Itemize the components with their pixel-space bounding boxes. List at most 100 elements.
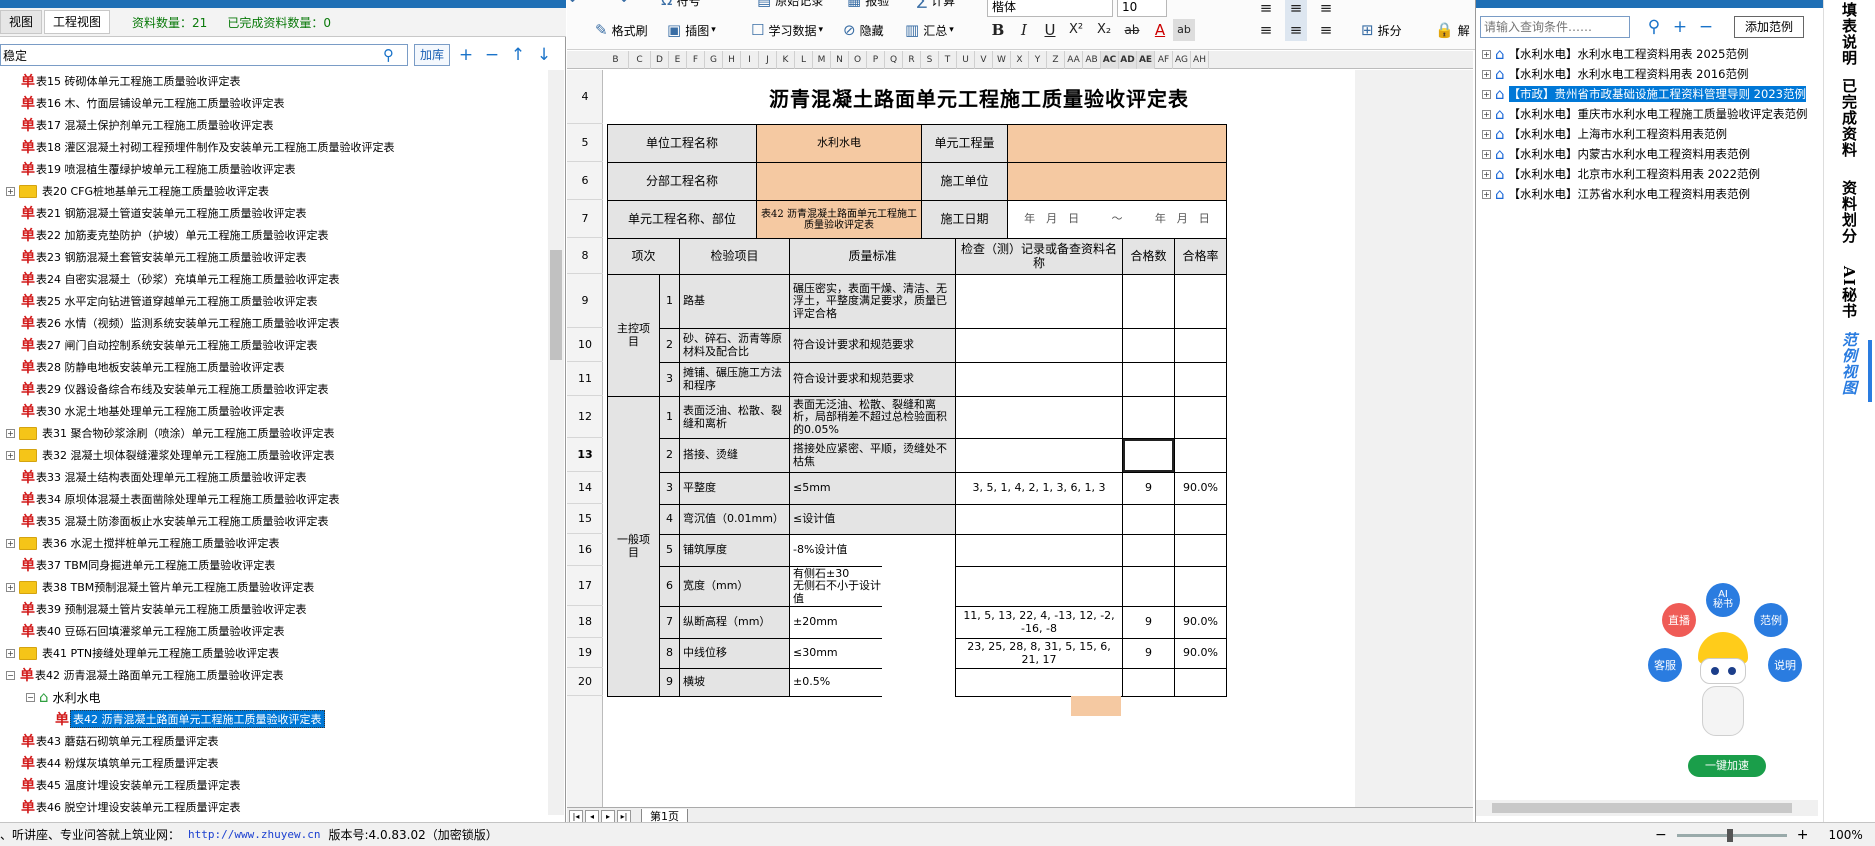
pass-rate-cell[interactable] xyxy=(1174,566,1227,607)
pass-rate-cell[interactable] xyxy=(1174,328,1227,363)
superscript-button[interactable]: X² xyxy=(1065,19,1087,41)
align-left-top-icon[interactable]: ≡ xyxy=(1255,0,1277,19)
example-tree-item[interactable]: + ⌂ 【市政】贵州省市政基础设施工程资料管理导则 2023范例 xyxy=(1476,84,1824,104)
example-tree-item[interactable]: + ⌂ 【水利水电】水利水电工程资料用表 2016范例 xyxy=(1476,64,1824,84)
column-header-cell[interactable]: D xyxy=(651,51,669,69)
pass-rate-cell[interactable] xyxy=(1174,534,1227,567)
align-right-top-icon[interactable]: ≡ xyxy=(1315,0,1337,19)
unlock-button[interactable]: 🔒 解 xyxy=(1435,19,1470,41)
pass-rate-cell[interactable] xyxy=(1174,362,1227,397)
column-header-cell[interactable]: U xyxy=(957,51,975,69)
example-tree-item[interactable]: + ⌂ 【水利水电】水利水电工程资料用表 2025范例 xyxy=(1476,44,1824,64)
expand-icon[interactable]: + xyxy=(6,582,15,592)
collapse-icon[interactable]: − xyxy=(26,692,35,702)
tab-fill-instructions[interactable]: 填表说明 xyxy=(1838,2,1860,66)
explain-bubble[interactable]: 说明 xyxy=(1768,648,1802,682)
column-header-cell[interactable]: H xyxy=(723,51,741,69)
column-header-cell[interactable]: R xyxy=(903,51,921,69)
column-header-cell[interactable]: W xyxy=(993,51,1011,69)
example-search-input[interactable] xyxy=(1481,20,1627,34)
ai-secretary-bubble[interactable]: AI 秘书 xyxy=(1706,583,1740,617)
row-header-cell[interactable]: 12 xyxy=(567,396,603,438)
tree-item[interactable]: 单表39 预制混凝土管片安装单元工程施工质量验收评定表 xyxy=(0,598,548,620)
column-header-cell[interactable]: J xyxy=(759,51,777,69)
column-header-cell[interactable]: AF xyxy=(1155,51,1173,69)
row-header-cell[interactable]: 10 xyxy=(567,328,603,362)
font-color-button[interactable]: A xyxy=(1149,19,1171,41)
column-header-cell[interactable]: AH xyxy=(1191,51,1209,69)
column-header-cell[interactable]: V xyxy=(975,51,993,69)
search-icon[interactable]: ⚲ xyxy=(1644,17,1664,37)
expand-icon[interactable]: + xyxy=(1482,149,1491,159)
row-header-cell[interactable]: 7 xyxy=(567,200,603,238)
column-header-cell[interactable]: P xyxy=(867,51,885,69)
arrow-up-icon[interactable]: ↑ xyxy=(508,45,528,65)
record-cell[interactable] xyxy=(955,566,1123,607)
column-header-cell[interactable]: AC xyxy=(1101,51,1119,69)
pass-rate-cell[interactable] xyxy=(1174,438,1227,473)
tree-item[interactable]: 单表26 水情（视频）监测系统安装单元工程施工质量验收评定表 xyxy=(0,312,548,334)
tree-item[interactable]: 单表43 蘑菇石砌筑单元工程质量评定表 xyxy=(0,730,548,752)
row-header-cell[interactable]: 9 xyxy=(567,274,603,328)
pass-count-cell[interactable] xyxy=(1122,534,1175,567)
row-header-cell[interactable]: 16 xyxy=(567,534,603,566)
collapse-icon[interactable]: − xyxy=(6,670,15,680)
split-button[interactable]: ⊞ 拆分 xyxy=(1361,19,1402,41)
underline-button[interactable]: U xyxy=(1039,19,1061,41)
pass-count-cell[interactable] xyxy=(1122,438,1175,473)
add-example-button[interactable]: 添加范例 xyxy=(1734,16,1805,38)
arrow-down-icon[interactable]: ↓ xyxy=(534,45,554,65)
pass-count-cell[interactable] xyxy=(1122,274,1175,329)
tab-completed[interactable]: 已完成资料 xyxy=(1838,78,1860,158)
zoom-slider[interactable] xyxy=(1676,828,1787,842)
row-header-cell[interactable]: 6 xyxy=(567,162,603,200)
tree-item[interactable]: 单表24 自密实混凝土（砂浆）充填单元工程施工质量验收评定表 xyxy=(0,268,548,290)
plus-icon[interactable]: + xyxy=(456,45,476,65)
column-header-cell[interactable]: X xyxy=(1011,51,1029,69)
pass-rate-cell[interactable] xyxy=(1174,396,1227,439)
tree-item[interactable]: 单表27 闸门自动控制系统安装单元工程施工质量验收评定表 xyxy=(0,334,548,356)
tree-item[interactable]: 单表29 仪器设备综合布线及安装单元工程施工质量验收评定表 xyxy=(0,378,548,400)
column-header-cell[interactable]: F xyxy=(687,51,705,69)
tree-item[interactable]: − 单表42 沥青混凝土路面单元工程施工质量验收评定表 xyxy=(0,664,548,686)
learn-data-button[interactable]: ☐ 学习数据 ▾ xyxy=(751,19,823,41)
field-unit-name[interactable]: 表42 沥青混凝土路面单元工程施工质量验收评定表 xyxy=(756,200,922,239)
column-header-cell[interactable]: AG xyxy=(1173,51,1191,69)
tree-item[interactable]: 单表18 灌区混凝土衬砌工程预埋件制作及安装单元工程施工质量验收评定表 xyxy=(0,136,548,158)
highlight-button[interactable]: ab xyxy=(1173,19,1195,41)
field-construction-date[interactable]: 年 月 日 ～ 年 月 日 xyxy=(1007,200,1227,239)
pass-count-cell[interactable]: 9 xyxy=(1122,472,1175,505)
field-division[interactable] xyxy=(756,162,922,201)
tree-item[interactable]: 单表15 砖砌体单元工程施工质量验收评定表 xyxy=(0,70,548,92)
undo-button[interactable]: ↶ xyxy=(569,0,586,11)
tree-item[interactable]: 单表35 混凝土防渗面板止水安装单元工程施工质量验收评定表 xyxy=(0,510,548,532)
tree-item[interactable]: 单表19 喷混植生覆绿护坡单元工程施工质量验收评定表 xyxy=(0,158,548,180)
record-cell[interactable] xyxy=(955,504,1123,535)
tree-item[interactable]: 单表28 防静电地板安装单元工程施工质量验收评定表 xyxy=(0,356,548,378)
tree-item[interactable]: 单表17 混凝土保护剂单元工程施工质量验收评定表 xyxy=(0,114,548,136)
row-header-cell[interactable]: 17 xyxy=(567,566,603,606)
tree-item[interactable]: 单表40 豆砾石回填灌浆单元工程施工质量验收评定表 xyxy=(0,620,548,642)
zoom-in-icon[interactable]: + xyxy=(1797,827,1809,843)
pass-count-cell[interactable] xyxy=(1122,668,1175,697)
row-header-cell[interactable]: 5 xyxy=(567,124,603,162)
align-left-icon[interactable]: ≡ xyxy=(1255,19,1277,41)
column-header-cell[interactable]: Q xyxy=(885,51,903,69)
column-header-cell[interactable]: AA xyxy=(1065,51,1083,69)
tree-item[interactable]: 单表33 混凝土结构表面处理单元工程施工质量验收评定表 xyxy=(0,466,548,488)
tree-item[interactable]: − ⌂ 水利水电 xyxy=(0,686,548,708)
record-cell[interactable]: 3, 5, 1, 4, 2, 1, 3, 6, 1, 3 xyxy=(955,472,1123,505)
tree-item[interactable]: 单表44 粉煤灰填筑单元工程质量评定表 xyxy=(0,752,548,774)
symbol-button[interactable]: Ω 符号 xyxy=(661,0,700,11)
field-unit-project[interactable]: 水利水电 xyxy=(756,124,922,163)
column-header-cell[interactable]: Y xyxy=(1029,51,1047,69)
column-header-cell[interactable]: T xyxy=(939,51,957,69)
tree-item[interactable]: + 表32 混凝土坝体裂缝灌浆处理单元工程施工质量验收评定表 xyxy=(0,444,548,466)
record-cell[interactable] xyxy=(955,668,1123,697)
subscript-button[interactable]: X₂ xyxy=(1093,19,1115,41)
tree-item[interactable]: 单表22 加筋麦克垫防护（护坡）单元工程施工质量验收评定表 xyxy=(0,224,548,246)
row-header-cell[interactable]: 14 xyxy=(567,472,603,504)
expand-icon[interactable]: + xyxy=(1482,189,1491,199)
one-click-accelerate-button[interactable]: 一键加速 xyxy=(1688,755,1766,777)
expand-icon[interactable]: + xyxy=(6,538,15,548)
